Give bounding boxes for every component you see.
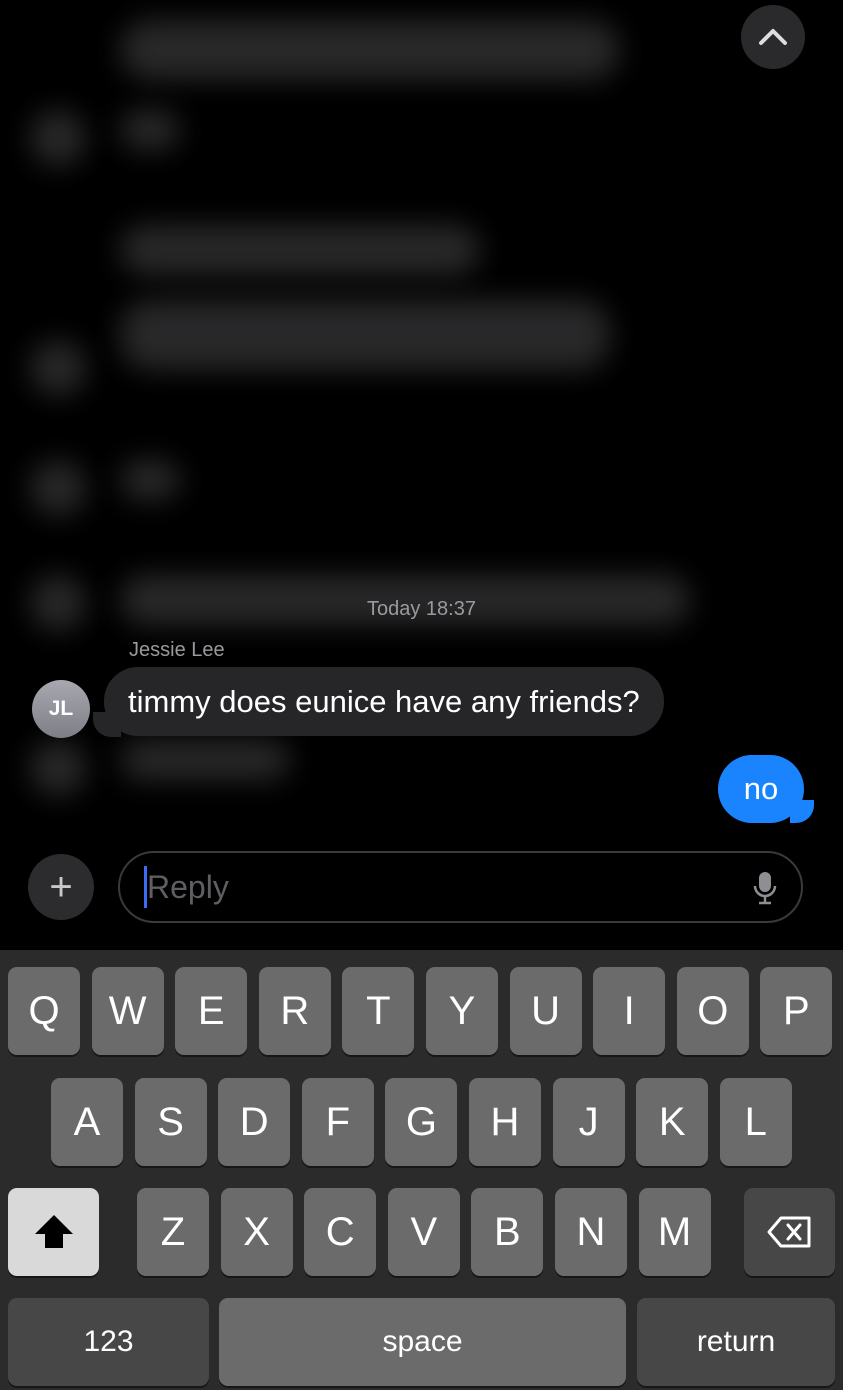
key-y[interactable]: Y	[426, 967, 498, 1055]
key-v[interactable]: V	[387, 1188, 460, 1276]
keyboard: Q W E R T Y U I O P A S D F G H J K L Z X C V B N M 123 space return	[0, 950, 843, 1390]
key-b[interactable]: B	[471, 1188, 544, 1276]
plus-icon: +	[49, 864, 73, 909]
key-j[interactable]: J	[552, 1078, 625, 1166]
key-l[interactable]: L	[719, 1078, 792, 1166]
return-key[interactable]: return	[637, 1298, 835, 1386]
key-h[interactable]: H	[469, 1078, 541, 1166]
numbers-key[interactable]: 123	[8, 1298, 209, 1386]
key-s[interactable]: S	[134, 1078, 207, 1166]
shift-icon	[34, 1215, 73, 1248]
sender-name: Jessie Lee	[129, 639, 225, 661]
key-a[interactable]: A	[51, 1078, 123, 1166]
key-n[interactable]: N	[555, 1188, 627, 1276]
incoming-message[interactable]: timmy does eunice have any friends?	[104, 667, 664, 736]
key-g[interactable]: G	[385, 1078, 458, 1166]
key-e[interactable]: E	[175, 967, 248, 1055]
key-k[interactable]: K	[636, 1078, 709, 1166]
key-d[interactable]: D	[218, 1078, 291, 1166]
key-x[interactable]: X	[220, 1188, 293, 1276]
outgoing-message-text: no	[743, 771, 779, 806]
key-o[interactable]: O	[676, 967, 749, 1055]
microphone-icon[interactable]	[753, 871, 777, 905]
shift-key[interactable]	[8, 1188, 99, 1276]
reply-placeholder: Reply	[147, 868, 229, 905]
plus-button[interactable]: +	[28, 854, 94, 920]
key-q[interactable]: Q	[8, 967, 80, 1055]
key-w[interactable]: W	[91, 967, 164, 1055]
key-m[interactable]: M	[638, 1188, 711, 1276]
key-i[interactable]: I	[593, 967, 666, 1055]
key-f[interactable]: F	[301, 1078, 374, 1166]
outgoing-message[interactable]: no	[718, 755, 804, 823]
key-t[interactable]: T	[342, 967, 415, 1055]
key-u[interactable]: U	[509, 967, 582, 1055]
delete-key[interactable]	[744, 1188, 835, 1276]
chevron-up-icon	[759, 29, 787, 45]
incoming-message-text: timmy does eunice have any friends?	[128, 683, 640, 719]
key-r[interactable]: R	[258, 967, 331, 1055]
avatar[interactable]: JL	[32, 680, 90, 738]
reply-input[interactable]: Reply	[118, 851, 803, 923]
timestamp: Today 18:37	[367, 598, 476, 620]
key-z[interactable]: Z	[137, 1188, 209, 1276]
delete-icon	[767, 1216, 810, 1248]
scroll-up-button[interactable]	[741, 5, 805, 69]
key-p[interactable]: P	[760, 967, 833, 1055]
space-key[interactable]: space	[219, 1298, 626, 1386]
key-c[interactable]: C	[304, 1188, 377, 1276]
